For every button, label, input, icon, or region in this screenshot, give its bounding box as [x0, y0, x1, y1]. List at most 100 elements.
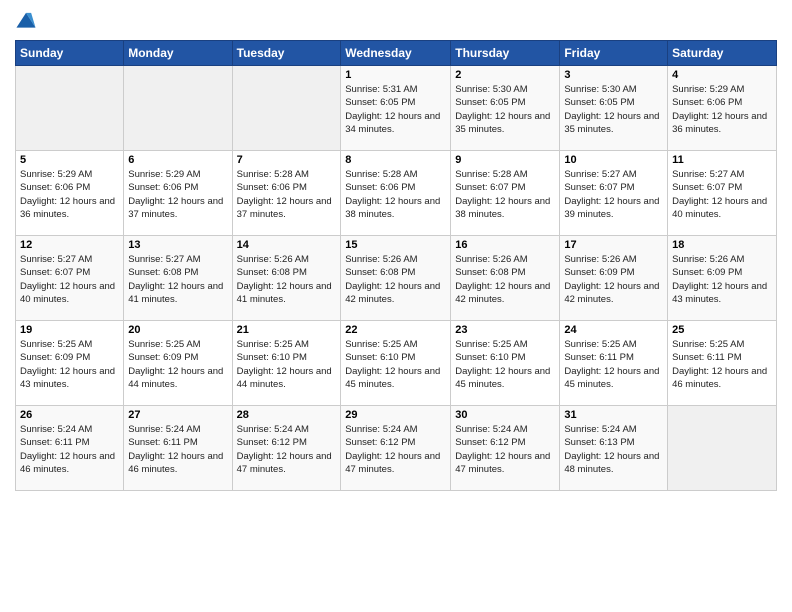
calendar-cell: 18 Sunrise: 5:26 AMSunset: 6:09 PMDayligh…	[668, 236, 777, 321]
day-info: Sunrise: 5:31 AMSunset: 6:05 PMDaylight:…	[345, 83, 446, 136]
day-number: 10	[564, 154, 663, 166]
day-info: Sunrise: 5:29 AMSunset: 6:06 PMDaylight:…	[672, 83, 772, 136]
calendar-cell: 15 Sunrise: 5:26 AMSunset: 6:08 PMDayligh…	[341, 236, 451, 321]
day-number: 13	[128, 239, 227, 251]
weekday-header-monday: Monday	[124, 41, 232, 66]
day-info: Sunrise: 5:24 AMSunset: 6:12 PMDaylight:…	[345, 423, 446, 476]
calendar-cell	[668, 406, 777, 491]
day-number: 25	[672, 324, 772, 336]
calendar-week-4: 19 Sunrise: 5:25 AMSunset: 6:09 PMDayligh…	[16, 321, 777, 406]
calendar-cell: 27Sunrise: 5:24 AMSunset: 6:11 PMDayligh…	[124, 406, 232, 491]
calendar-cell: 11Sunrise: 5:27 AMSunset: 6:07 PMDayligh…	[668, 151, 777, 236]
calendar-cell: 6Sunrise: 5:29 AMSunset: 6:06 PMDaylight…	[124, 151, 232, 236]
calendar-cell: 14 Sunrise: 5:26 AMSunset: 6:08 PMDayligh…	[232, 236, 341, 321]
calendar-week-5: 26Sunrise: 5:24 AMSunset: 6:11 PMDayligh…	[16, 406, 777, 491]
weekday-header-thursday: Thursday	[451, 41, 560, 66]
calendar-cell: 12 Sunrise: 5:27 AMSunset: 6:07 PMDayligh…	[16, 236, 124, 321]
day-number: 19	[20, 324, 119, 336]
day-info: Sunrise: 5:25 AMSunset: 6:10 PMDaylight:…	[455, 338, 555, 391]
day-number: 14	[237, 239, 337, 251]
calendar-cell: 8 Sunrise: 5:28 AMSunset: 6:06 PMDaylight…	[341, 151, 451, 236]
day-number: 21	[237, 324, 337, 336]
day-number: 12	[20, 239, 119, 251]
day-number: 31	[564, 409, 663, 421]
calendar-cell	[232, 66, 341, 151]
day-number: 20	[128, 324, 227, 336]
day-info: Sunrise: 5:29 AMSunset: 6:06 PMDaylight:…	[20, 168, 119, 221]
calendar-cell: 17 Sunrise: 5:26 AMSunset: 6:09 PMDayligh…	[560, 236, 668, 321]
day-number: 26	[20, 409, 119, 421]
calendar-cell: 2Sunrise: 5:30 AMSunset: 6:05 PMDaylight…	[451, 66, 560, 151]
day-info: Sunrise: 5:27 AMSunset: 6:08 PMDaylight:…	[128, 253, 227, 306]
weekday-header-wednesday: Wednesday	[341, 41, 451, 66]
day-info: Sunrise: 5:30 AMSunset: 6:05 PMDaylight:…	[564, 83, 663, 136]
day-number: 23	[455, 324, 555, 336]
calendar-cell: 9 Sunrise: 5:28 AMSunset: 6:07 PMDaylight…	[451, 151, 560, 236]
day-info: Sunrise: 5:27 AMSunset: 6:07 PMDaylight:…	[20, 253, 119, 306]
day-info: Sunrise: 5:27 AMSunset: 6:07 PMDaylight:…	[564, 168, 663, 221]
day-info: Sunrise: 5:24 AMSunset: 6:12 PMDaylight:…	[455, 423, 555, 476]
day-number: 7	[237, 154, 337, 166]
day-info: Sunrise: 5:25 AMSunset: 6:11 PMDaylight:…	[672, 338, 772, 391]
calendar-cell: 4 Sunrise: 5:29 AMSunset: 6:06 PMDaylight…	[668, 66, 777, 151]
weekday-header-saturday: Saturday	[668, 41, 777, 66]
day-info: Sunrise: 5:26 AMSunset: 6:08 PMDaylight:…	[345, 253, 446, 306]
day-number: 5	[20, 154, 119, 166]
day-info: Sunrise: 5:28 AMSunset: 6:06 PMDaylight:…	[237, 168, 337, 221]
day-info: Sunrise: 5:26 AMSunset: 6:08 PMDaylight:…	[455, 253, 555, 306]
calendar-cell: 5 Sunrise: 5:29 AMSunset: 6:06 PMDaylight…	[16, 151, 124, 236]
day-info: Sunrise: 5:24 AMSunset: 6:13 PMDaylight:…	[564, 423, 663, 476]
weekday-header-sunday: Sunday	[16, 41, 124, 66]
calendar-cell: 22 Sunrise: 5:25 AMSunset: 6:10 PMDayligh…	[341, 321, 451, 406]
calendar-cell: 10 Sunrise: 5:27 AMSunset: 6:07 PMDayligh…	[560, 151, 668, 236]
calendar-page: SundayMondayTuesdayWednesdayThursdayFrid…	[0, 0, 792, 612]
calendar-header-row: SundayMondayTuesdayWednesdayThursdayFrid…	[16, 41, 777, 66]
day-info: Sunrise: 5:30 AMSunset: 6:05 PMDaylight:…	[455, 83, 555, 136]
calendar-week-2: 5 Sunrise: 5:29 AMSunset: 6:06 PMDaylight…	[16, 151, 777, 236]
day-info: Sunrise: 5:25 AMSunset: 6:09 PMDaylight:…	[20, 338, 119, 391]
calendar-cell: 29 Sunrise: 5:24 AMSunset: 6:12 PMDayligh…	[341, 406, 451, 491]
calendar-cell: 7 Sunrise: 5:28 AMSunset: 6:06 PMDaylight…	[232, 151, 341, 236]
calendar-table: SundayMondayTuesdayWednesdayThursdayFrid…	[15, 40, 777, 491]
day-number: 15	[345, 239, 446, 251]
day-number: 3	[564, 69, 663, 81]
day-info: Sunrise: 5:26 AMSunset: 6:09 PMDaylight:…	[672, 253, 772, 306]
calendar-cell: 23 Sunrise: 5:25 AMSunset: 6:10 PMDayligh…	[451, 321, 560, 406]
calendar-cell	[16, 66, 124, 151]
day-number: 28	[237, 409, 337, 421]
calendar-cell: 13 Sunrise: 5:27 AMSunset: 6:08 PMDayligh…	[124, 236, 232, 321]
day-number: 1	[345, 69, 446, 81]
day-info: Sunrise: 5:26 AMSunset: 6:09 PMDaylight:…	[564, 253, 663, 306]
calendar-cell: 3 Sunrise: 5:30 AMSunset: 6:05 PMDaylight…	[560, 66, 668, 151]
day-info: Sunrise: 5:25 AMSunset: 6:10 PMDaylight:…	[345, 338, 446, 391]
calendar-cell: 16 Sunrise: 5:26 AMSunset: 6:08 PMDayligh…	[451, 236, 560, 321]
day-number: 9	[455, 154, 555, 166]
calendar-week-1: 1 Sunrise: 5:31 AMSunset: 6:05 PMDaylight…	[16, 66, 777, 151]
calendar-cell: 30 Sunrise: 5:24 AMSunset: 6:12 PMDayligh…	[451, 406, 560, 491]
day-info: Sunrise: 5:26 AMSunset: 6:08 PMDaylight:…	[237, 253, 337, 306]
calendar-cell: 21 Sunrise: 5:25 AMSunset: 6:10 PMDayligh…	[232, 321, 341, 406]
day-number: 17	[564, 239, 663, 251]
day-number: 11	[672, 154, 772, 166]
calendar-cell: 24Sunrise: 5:25 AMSunset: 6:11 PMDayligh…	[560, 321, 668, 406]
calendar-cell	[124, 66, 232, 151]
calendar-cell: 1 Sunrise: 5:31 AMSunset: 6:05 PMDaylight…	[341, 66, 451, 151]
day-number: 16	[455, 239, 555, 251]
day-info: Sunrise: 5:25 AMSunset: 6:10 PMDaylight:…	[237, 338, 337, 391]
day-number: 30	[455, 409, 555, 421]
calendar-cell: 25 Sunrise: 5:25 AMSunset: 6:11 PMDayligh…	[668, 321, 777, 406]
day-number: 8	[345, 154, 446, 166]
day-info: Sunrise: 5:28 AMSunset: 6:06 PMDaylight:…	[345, 168, 446, 221]
day-number: 22	[345, 324, 446, 336]
day-info: Sunrise: 5:28 AMSunset: 6:07 PMDaylight:…	[455, 168, 555, 221]
calendar-week-3: 12 Sunrise: 5:27 AMSunset: 6:07 PMDayligh…	[16, 236, 777, 321]
day-number: 29	[345, 409, 446, 421]
logo	[15, 10, 39, 32]
day-info: Sunrise: 5:25 AMSunset: 6:11 PMDaylight:…	[564, 338, 663, 391]
day-info: Sunrise: 5:24 AMSunset: 6:12 PMDaylight:…	[237, 423, 337, 476]
day-number: 18	[672, 239, 772, 251]
calendar-body: 1 Sunrise: 5:31 AMSunset: 6:05 PMDaylight…	[16, 66, 777, 491]
day-number: 27	[128, 409, 227, 421]
day-number: 4	[672, 69, 772, 81]
day-info: Sunrise: 5:25 AMSunset: 6:09 PMDaylight:…	[128, 338, 227, 391]
